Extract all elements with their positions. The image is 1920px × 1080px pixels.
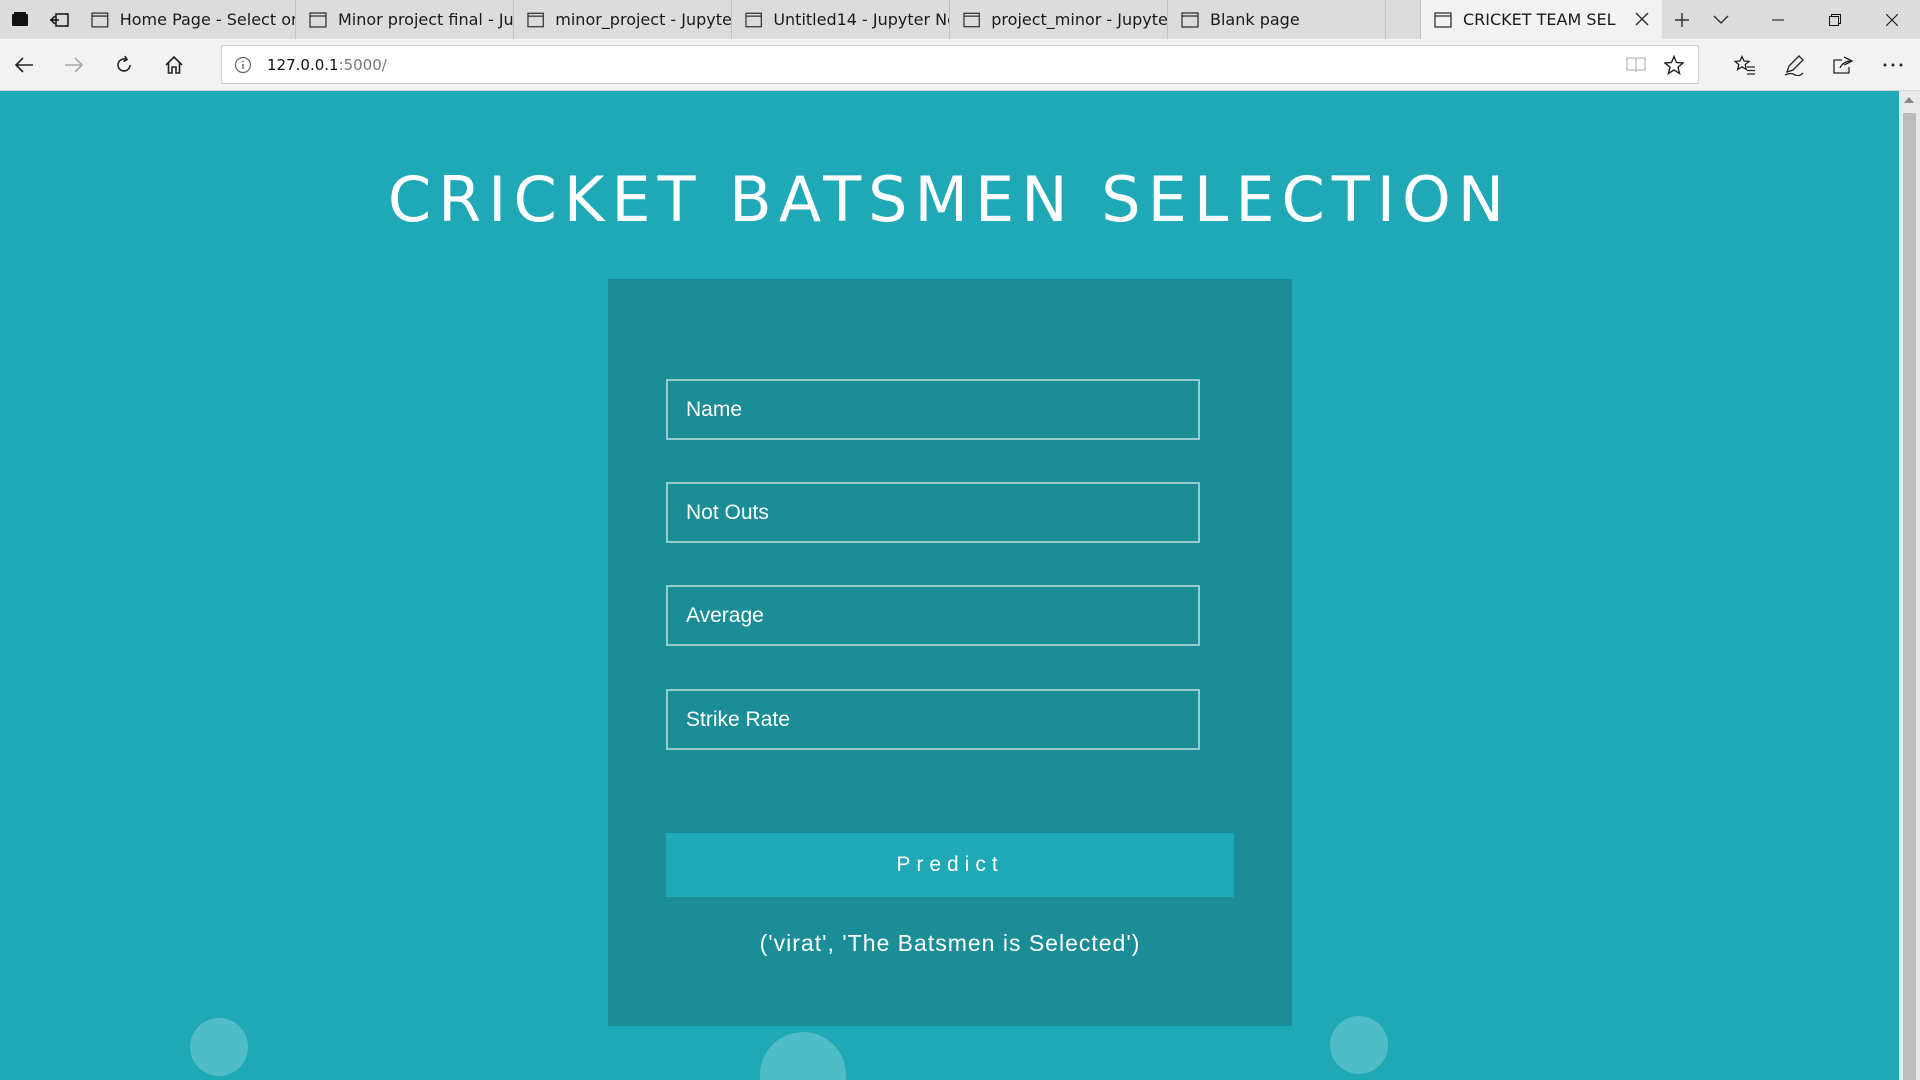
home-icon xyxy=(165,55,183,74)
tab-strip: Home Page - Select or Minor project fina… xyxy=(0,0,1920,39)
tab-blank-page[interactable]: Blank page xyxy=(1168,0,1386,39)
predict-button[interactable]: Predict xyxy=(666,833,1234,897)
url-host: 127.0.0.1 xyxy=(267,56,339,74)
tab-label: Untitled14 - Jupyter Nc xyxy=(773,10,949,29)
page-icon xyxy=(309,11,327,28)
minimize-icon xyxy=(1771,19,1784,20)
page-icon xyxy=(91,11,109,28)
prediction-form-card: Predict ('virat', 'The Batsmen is Select… xyxy=(608,279,1292,1026)
forward-button[interactable] xyxy=(57,48,91,82)
more-button[interactable] xyxy=(1876,48,1910,82)
decorative-bubble xyxy=(760,1032,846,1080)
vertical-scrollbar[interactable] xyxy=(1899,91,1920,1080)
plus-icon xyxy=(1674,12,1689,27)
tab-home-page[interactable]: Home Page - Select or xyxy=(78,0,296,39)
share-button[interactable] xyxy=(1826,48,1860,82)
tab-cricket-team-selection[interactable]: CRICKET TEAM SEL xyxy=(1420,0,1662,39)
page-icon xyxy=(1181,11,1199,28)
tab-label: project_minor - Jupyter xyxy=(991,10,1167,29)
tab-preview-button[interactable] xyxy=(1701,0,1740,39)
average-input[interactable] xyxy=(666,585,1200,646)
decorative-bubble xyxy=(190,1018,248,1076)
refresh-icon xyxy=(117,55,131,72)
tab-manager-icon xyxy=(11,11,28,26)
name-input[interactable] xyxy=(666,379,1200,440)
tab-strip-spacer xyxy=(1740,0,1749,39)
pen-icon xyxy=(1784,55,1804,76)
favorites-list-icon xyxy=(1734,55,1755,75)
navigation-bar: 127.0.0.1:5000/ xyxy=(0,39,1920,91)
new-tab-button[interactable] xyxy=(1662,0,1701,39)
arrow-left-icon xyxy=(14,57,33,73)
arrow-right-icon xyxy=(65,57,84,73)
favorites-hub-button[interactable] xyxy=(1728,48,1762,82)
page-viewport: CRICKET BATSMEN SELECTION Predict ('vira… xyxy=(0,91,1899,1080)
set-aside-icon xyxy=(49,12,69,27)
not-outs-input[interactable] xyxy=(666,482,1200,543)
close-tab-button[interactable] xyxy=(1631,8,1653,30)
share-icon xyxy=(1833,56,1854,74)
star-icon[interactable] xyxy=(1664,55,1684,75)
ellipsis-icon xyxy=(1883,63,1903,67)
tab-label: Minor project final - Ju xyxy=(337,10,513,29)
scrollbar-thumb[interactable] xyxy=(1903,113,1916,1080)
tab-label: CRICKET TEAM SEL xyxy=(1463,10,1616,29)
tab-label: Home Page - Select or xyxy=(119,10,295,29)
scroll-up-arrow[interactable] xyxy=(1904,97,1914,103)
info-icon[interactable] xyxy=(234,56,252,74)
close-icon xyxy=(1885,13,1898,26)
close-window-button[interactable] xyxy=(1863,0,1920,39)
tab-minor-project[interactable]: minor_project - Jupyter xyxy=(514,0,732,39)
set-aside-tabs-button[interactable] xyxy=(39,0,78,39)
tab-minor-project-final[interactable]: Minor project final - Ju xyxy=(296,0,514,39)
url-text[interactable]: 127.0.0.1:5000/ xyxy=(267,56,387,74)
decorative-bubble xyxy=(1330,1016,1388,1074)
url-path: :5000/ xyxy=(338,56,387,74)
address-bar[interactable]: 127.0.0.1:5000/ xyxy=(221,45,1699,84)
restore-icon xyxy=(1828,13,1841,26)
chevron-down-icon xyxy=(1712,14,1729,24)
tab-project-minor[interactable]: project_minor - Jupyter xyxy=(950,0,1168,39)
page-icon xyxy=(963,12,980,27)
page-icon xyxy=(745,12,762,27)
close-icon xyxy=(1635,12,1649,26)
reading-view-icon[interactable] xyxy=(1626,56,1646,74)
home-button[interactable] xyxy=(157,48,191,82)
strike-rate-input[interactable] xyxy=(666,689,1200,750)
tab-untitled14[interactable]: Untitled14 - Jupyter Nc xyxy=(732,0,950,39)
back-button[interactable] xyxy=(7,48,41,82)
page-title: CRICKET BATSMEN SELECTION xyxy=(387,163,1512,236)
restore-button[interactable] xyxy=(1806,0,1863,39)
web-note-button[interactable] xyxy=(1777,48,1811,82)
tab-label: Blank page xyxy=(1210,10,1300,29)
refresh-button[interactable] xyxy=(107,48,141,82)
minimize-button[interactable] xyxy=(1749,0,1806,39)
tab-label: minor_project - Jupyter xyxy=(555,10,731,29)
page-icon xyxy=(1434,11,1452,28)
prediction-result: ('virat', 'The Batsmen is Selected') xyxy=(759,930,1141,956)
tab-manager-button[interactable] xyxy=(0,0,39,39)
page-icon xyxy=(527,12,544,27)
